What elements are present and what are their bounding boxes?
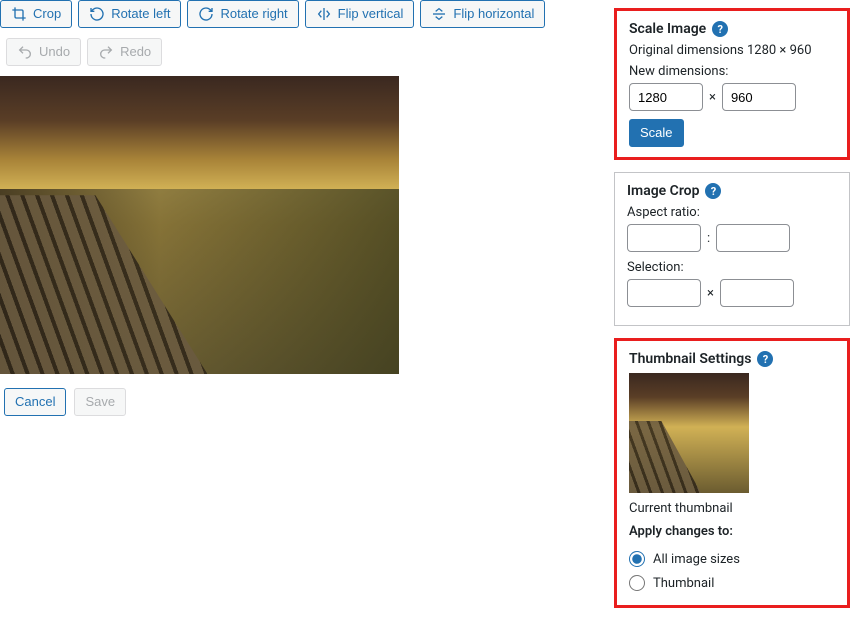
scale-width-input[interactable] [629, 83, 703, 111]
scale-image-panel: Scale Image ? Original dimensions 1280 ×… [614, 8, 850, 160]
undo-icon [17, 44, 33, 60]
cancel-label: Cancel [15, 393, 55, 411]
image-crop-panel: Image Crop ? Aspect ratio: : Selection: … [614, 172, 850, 326]
apply-all-label: All image sizes [653, 552, 740, 567]
save-button[interactable]: Save [74, 388, 126, 416]
selection-width-input[interactable] [627, 279, 701, 307]
editor-actions: Cancel Save [0, 374, 614, 416]
help-icon[interactable]: ? [712, 21, 728, 37]
redo-icon [98, 44, 114, 60]
flip-vertical-button[interactable]: Flip vertical [305, 0, 415, 28]
rotate-left-button[interactable]: Rotate left [78, 0, 181, 28]
flip-horizontal-label: Flip horizontal [453, 5, 534, 23]
flip-horizontal-icon [431, 6, 447, 22]
save-label: Save [85, 393, 115, 411]
undo-label: Undo [39, 43, 70, 61]
flip-vertical-label: Flip vertical [338, 5, 404, 23]
sidebar: Scale Image ? Original dimensions 1280 ×… [614, 0, 858, 628]
selection-height-input[interactable] [720, 279, 794, 307]
new-dimensions-label: New dimensions: [629, 64, 835, 79]
aspect-ratio-row: : [627, 224, 837, 252]
aspect-separator: : [707, 231, 710, 246]
help-icon[interactable]: ? [705, 183, 721, 199]
scale-button-label: Scale [640, 124, 673, 142]
undo-button[interactable]: Undo [6, 38, 81, 66]
thumbnail-settings-title: Thumbnail Settings ? [629, 351, 835, 367]
image-edit-toolbar: Crop Rotate left Rotate right Flip verti… [0, 0, 614, 34]
rotate-right-icon [198, 6, 214, 22]
crop-icon [11, 6, 27, 22]
aspect-ratio-label: Aspect ratio: [627, 205, 837, 220]
history-toolbar: Undo Redo [0, 34, 614, 76]
original-dimensions-text: Original dimensions 1280 × 960 [629, 43, 835, 58]
cancel-button[interactable]: Cancel [4, 388, 66, 416]
flip-vertical-icon [316, 6, 332, 22]
rotate-right-button[interactable]: Rotate right [187, 0, 298, 28]
scale-image-title: Scale Image ? [629, 21, 835, 37]
selection-separator: × [707, 286, 714, 301]
aspect-height-input[interactable] [716, 224, 790, 252]
apply-all-row[interactable]: All image sizes [629, 547, 835, 571]
scale-height-input[interactable] [722, 83, 796, 111]
rotate-right-label: Rotate right [220, 5, 287, 23]
image-preview-container [0, 76, 614, 374]
aspect-width-input[interactable] [627, 224, 701, 252]
redo-button[interactable]: Redo [87, 38, 162, 66]
scale-image-title-text: Scale Image [629, 21, 706, 37]
current-thumbnail-caption: Current thumbnail [629, 501, 835, 516]
apply-changes-label: Apply changes to: [629, 524, 835, 539]
crop-label: Crop [33, 5, 61, 23]
rotate-left-icon [89, 6, 105, 22]
thumbnail-preview [629, 373, 749, 493]
selection-row: × [627, 279, 837, 307]
new-dimensions-row: × [629, 83, 835, 111]
dimension-separator: × [709, 90, 716, 105]
image-crop-title-text: Image Crop [627, 183, 699, 199]
apply-thumb-radio[interactable] [629, 575, 645, 591]
apply-thumb-label: Thumbnail [653, 576, 714, 591]
image-preview[interactable] [0, 76, 399, 374]
scale-button[interactable]: Scale [629, 119, 684, 147]
apply-thumb-row[interactable]: Thumbnail [629, 571, 835, 595]
apply-all-radio[interactable] [629, 551, 645, 567]
thumbnail-settings-title-text: Thumbnail Settings [629, 351, 751, 367]
image-crop-title: Image Crop ? [627, 183, 837, 199]
rotate-left-label: Rotate left [111, 5, 170, 23]
editor-main: Crop Rotate left Rotate right Flip verti… [0, 0, 614, 628]
flip-horizontal-button[interactable]: Flip horizontal [420, 0, 545, 28]
help-icon[interactable]: ? [757, 351, 773, 367]
crop-button[interactable]: Crop [0, 0, 72, 28]
redo-label: Redo [120, 43, 151, 61]
selection-label: Selection: [627, 260, 837, 275]
thumbnail-settings-panel: Thumbnail Settings ? Current thumbnail A… [614, 338, 850, 608]
